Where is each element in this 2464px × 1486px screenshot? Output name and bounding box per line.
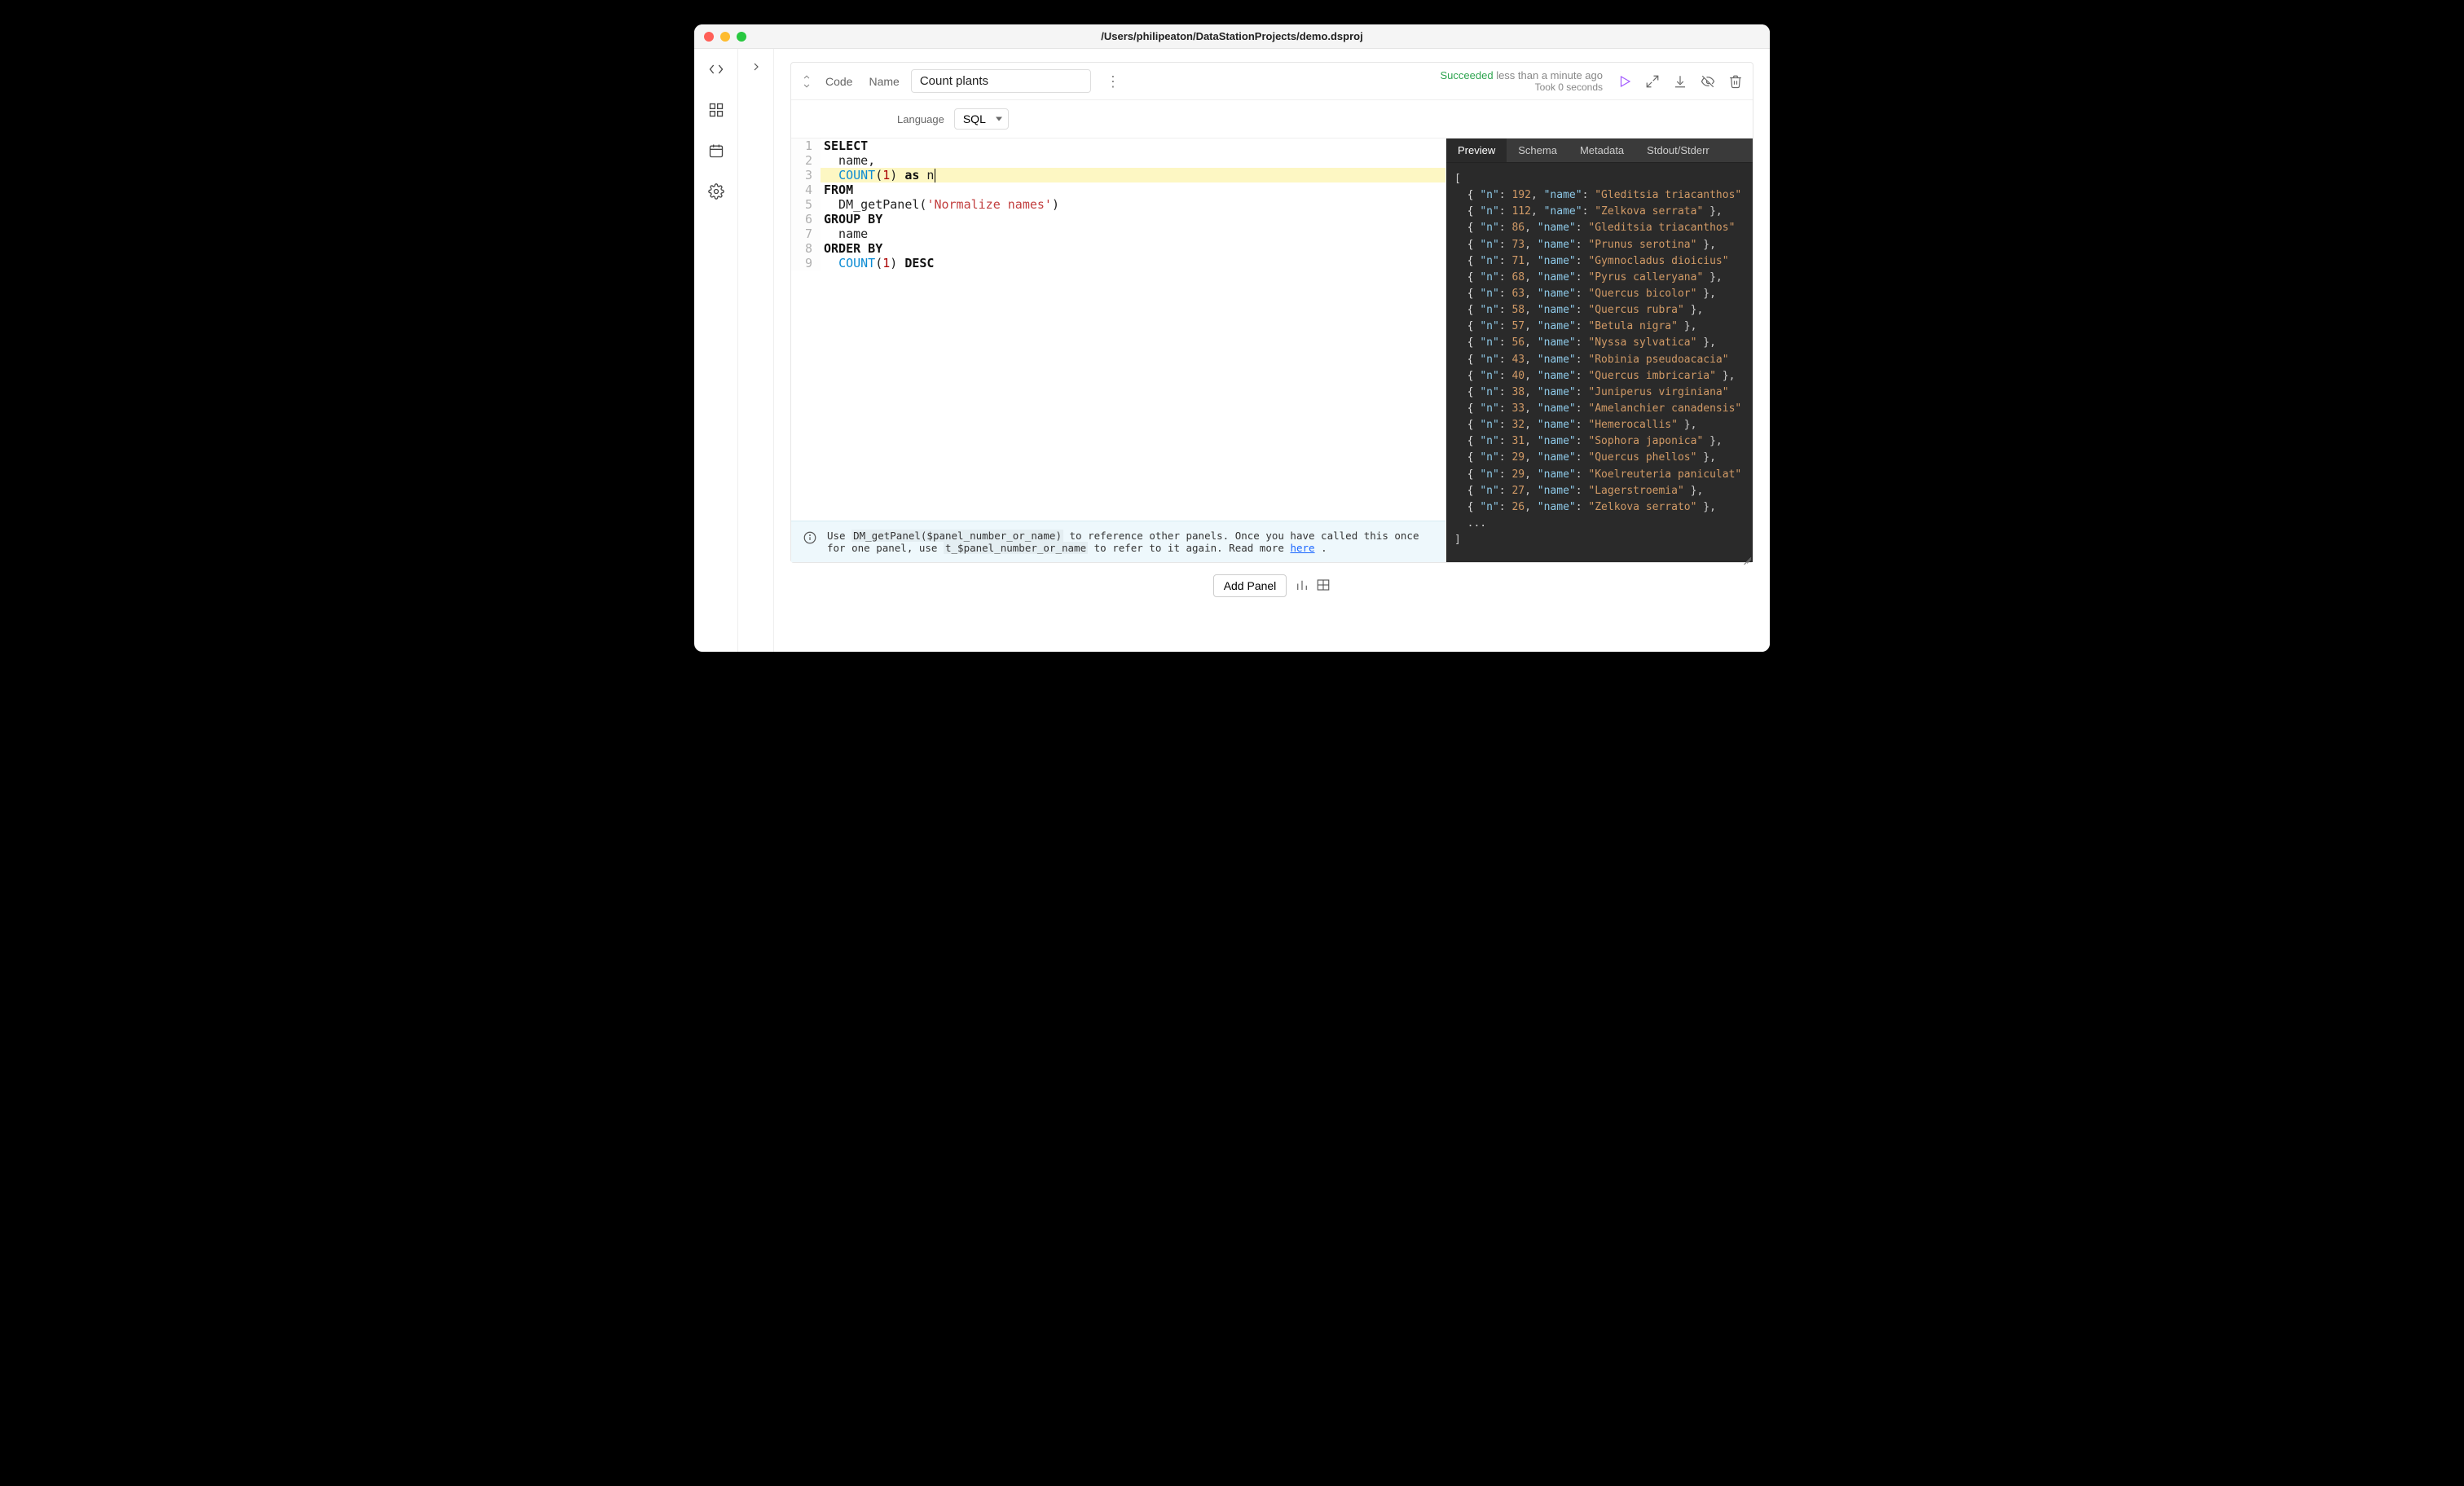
info-icon <box>803 530 817 545</box>
result-tab[interactable]: Schema <box>1507 138 1569 162</box>
run-button[interactable] <box>1617 74 1632 89</box>
app-window: /Users/philipeaton/DataStationProjects/d… <box>694 24 1770 652</box>
traffic-lights <box>694 32 746 42</box>
line-number: 8 <box>791 241 821 256</box>
run-status: Succeeded less than a minute ago Took 0 … <box>1441 69 1604 93</box>
add-panel-row: Add Panel <box>774 563 1770 612</box>
results-pane: PreviewSchemaMetadataStdout/Stderr [ { "… <box>1446 138 1753 562</box>
panel-subheader: Language SQL <box>791 100 1753 138</box>
help-text: Use DM_getPanel($panel_number_or_name) t… <box>827 530 1434 554</box>
add-panel-button[interactable]: Add Panel <box>1213 574 1287 597</box>
line-number: 4 <box>791 182 821 197</box>
result-tab[interactable]: Metadata <box>1569 138 1635 162</box>
panel-name-label: Name <box>869 75 899 88</box>
result-body: [ { "n": 192, "name": "Gleditsia triacan… <box>1446 163 1753 562</box>
line-number: 7 <box>791 226 821 241</box>
language-select[interactable]: SQL <box>954 108 1009 130</box>
code-line[interactable]: 7 name <box>791 226 1445 241</box>
panel-header: Code Name ⋮ Succeeded less than a minute… <box>791 63 1753 100</box>
line-number: 5 <box>791 197 821 212</box>
help-link[interactable]: here <box>1290 542 1314 554</box>
code-line[interactable]: 6GROUP BY <box>791 212 1445 226</box>
code-line[interactable]: 2 name, <box>791 153 1445 168</box>
download-icon[interactable] <box>1673 74 1687 89</box>
line-number: 2 <box>791 153 821 168</box>
code-line[interactable]: 5 DM_getPanel('Normalize names') <box>791 197 1445 212</box>
result-tab[interactable]: Stdout/Stderr <box>1635 138 1721 162</box>
panel-actions <box>1617 74 1743 89</box>
add-table-icon[interactable] <box>1316 578 1331 595</box>
status-age: less than a minute ago <box>1496 69 1603 81</box>
reorder-handle[interactable] <box>801 73 812 90</box>
close-window-button[interactable] <box>704 32 714 42</box>
main-area: Code Name ⋮ Succeeded less than a minute… <box>774 49 1770 652</box>
titlebar: /Users/philipeaton/DataStationProjects/d… <box>694 24 1770 49</box>
language-label: Language <box>897 113 944 125</box>
left-sidebar <box>694 49 738 652</box>
status-duration: Took 0 seconds <box>1441 81 1604 93</box>
panel-type-label: Code <box>825 75 852 88</box>
status-state: Succeeded <box>1441 69 1494 81</box>
code-icon[interactable] <box>707 60 725 78</box>
result-tab[interactable]: Preview <box>1446 138 1507 162</box>
line-number: 9 <box>791 256 821 270</box>
code-line[interactable]: 4FROM <box>791 182 1445 197</box>
dashboard-icon[interactable] <box>707 101 725 119</box>
delete-icon[interactable] <box>1728 74 1743 89</box>
code-line[interactable]: 9 COUNT(1) DESC <box>791 256 1445 270</box>
zoom-window-button[interactable] <box>737 32 746 42</box>
code-line[interactable]: 1SELECT <box>791 138 1445 153</box>
code-line[interactable]: 3 COUNT(1) as n <box>791 168 1445 182</box>
calendar-icon[interactable] <box>707 142 725 160</box>
gear-icon[interactable] <box>707 182 725 200</box>
line-number: 3 <box>791 168 821 182</box>
expand-icon[interactable] <box>1645 74 1660 89</box>
line-number: 6 <box>791 212 821 226</box>
resize-handle[interactable] <box>1740 549 1751 561</box>
help-strip: Use DM_getPanel($panel_number_or_name) t… <box>791 521 1445 562</box>
minimize-window-button[interactable] <box>720 32 730 42</box>
chevron-right-icon[interactable] <box>750 60 763 652</box>
hide-icon[interactable] <box>1701 74 1715 89</box>
more-menu-icon[interactable]: ⋮ <box>1106 74 1120 89</box>
collapse-column <box>738 49 774 652</box>
code-panel: Code Name ⋮ Succeeded less than a minute… <box>790 62 1753 563</box>
panel-name-input[interactable] <box>911 69 1091 93</box>
code-editor[interactable]: 1SELECT2 name,3 COUNT(1) as n4FROM5 DM_g… <box>791 138 1446 562</box>
add-chart-icon[interactable] <box>1295 578 1309 595</box>
code-line[interactable]: 8ORDER BY <box>791 241 1445 256</box>
result-tabs: PreviewSchemaMetadataStdout/Stderr <box>1446 138 1753 163</box>
window-title: /Users/philipeaton/DataStationProjects/d… <box>694 30 1770 42</box>
line-number: 1 <box>791 138 821 153</box>
